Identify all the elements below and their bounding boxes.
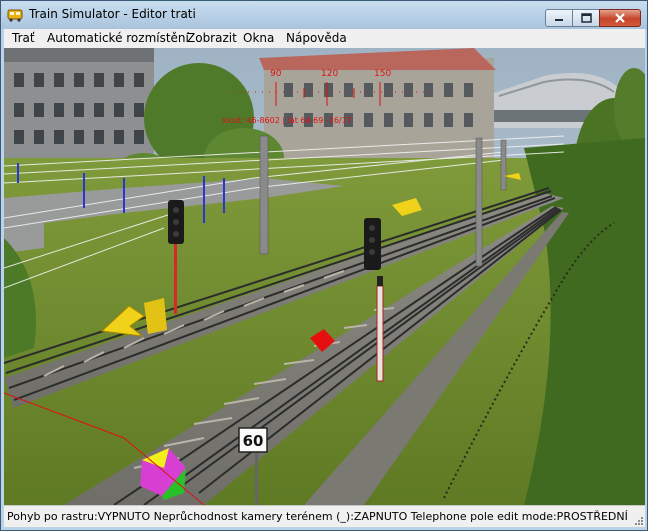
track-scene[interactable]: 60 90 120 150 xlost: 46-8602 | lat 64.69… <box>4 48 645 505</box>
close-icon <box>615 13 625 23</box>
title-bar[interactable]: Train Simulator - Editor trati <box>1 1 647 29</box>
maximize-button[interactable] <box>572 9 600 27</box>
resize-grip-icon[interactable] <box>633 515 644 526</box>
heading-mark-120: 120 <box>321 69 338 79</box>
signal-post <box>376 285 384 382</box>
status-text: Pohyb po rastru:VYPNUTO Neprůchodnost ka… <box>7 510 628 523</box>
menu-okna[interactable]: Okna <box>243 31 274 45</box>
menu-zobrazit[interactable]: Zobrazit <box>187 31 237 45</box>
menu-trat[interactable]: Trať <box>12 31 35 45</box>
3d-track-viewport[interactable]: 60 90 120 150 xlost: 46-8602 | lat 64.69… <box>4 48 645 505</box>
menu-automaticke-rozmisteni[interactable]: Automatické rozmístění <box>47 31 189 45</box>
coordinate-readout: xlost: 46-8602 | lat 64.69 -16/17 <box>222 116 352 125</box>
heading-mark-90: 90 <box>270 69 282 79</box>
minimize-button[interactable] <box>545 9 573 27</box>
close-button[interactable] <box>599 9 641 27</box>
speed-sign-label: 60 <box>243 432 264 450</box>
application-window: Train Simulator - Editor trati Trať Auto… <box>0 0 648 531</box>
maximize-icon <box>581 13 592 23</box>
menu-napoveda[interactable]: Nápověda <box>286 31 347 45</box>
minimize-icon <box>555 19 563 21</box>
menu-bar: Trať Automatické rozmístění Zobrazit Okn… <box>4 29 645 48</box>
window-title: Train Simulator - Editor trati <box>29 7 196 21</box>
heading-mark-150: 150 <box>374 69 391 79</box>
train-app-icon <box>7 9 23 22</box>
status-bar: Pohyb po rastru:VYPNUTO Neprůchodnost ka… <box>4 505 645 527</box>
